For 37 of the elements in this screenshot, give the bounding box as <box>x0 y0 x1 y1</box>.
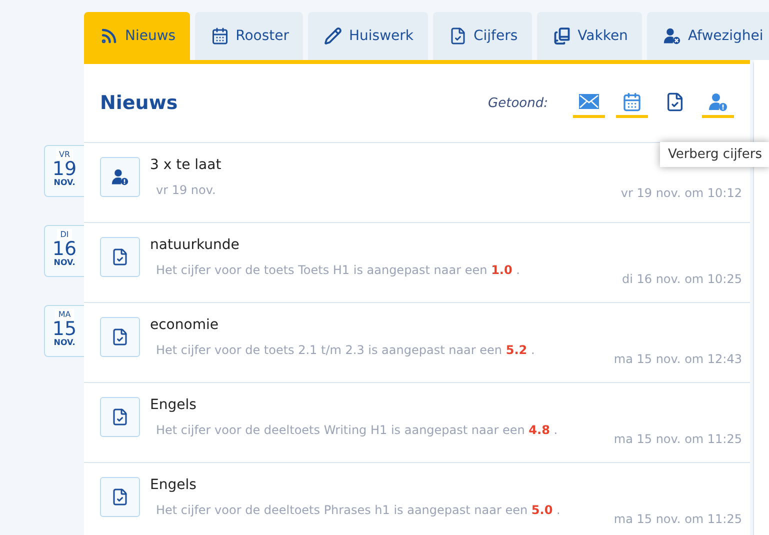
news-item[interactable]: Engels Het cijfer voor de deeltoets Writing H1 is aangepast naar een 4.8 . ma 15 nov. om 11:25 <box>84 383 750 463</box>
nav-tab[interactable]: Rooster <box>194 12 303 60</box>
item-title: Engels <box>150 397 198 413</box>
month-label: NOV. <box>54 178 76 187</box>
day-number: 15 <box>52 320 77 338</box>
item-time: vr 19 nov. om 10:12 <box>620 186 742 200</box>
day-number: 16 <box>52 240 77 258</box>
filter-label: Getoond: <box>488 96 548 110</box>
month-label: NOV. <box>54 338 76 347</box>
item-message: Het cijfer voor de deeltoets Phrases h1 is aangepast naar een 5.0 . <box>156 503 562 517</box>
item-title: economie <box>150 317 220 333</box>
tooltip: Verberg cijfers <box>660 142 769 167</box>
item-time: ma 15 nov. om 11:25 <box>614 432 742 446</box>
nav-tab[interactable]: Afwezighei <box>646 12 769 60</box>
item-message: Het cijfer voor de toets 2.1 t/m 2.3 is aangepast naar een 5.2 . <box>156 343 536 357</box>
nav-tab[interactable]: Cijfers <box>432 12 532 60</box>
item-time: ma 15 nov. om 11:25 <box>614 512 742 526</box>
weekday-label: DI <box>57 229 72 240</box>
nav-tab[interactable]: Nieuws <box>84 12 190 60</box>
item-time: ma 15 nov. om 12:43 <box>614 352 742 366</box>
month-label: NOV. <box>54 258 76 267</box>
item-message: Het cijfer voor de deeltoets Writing H1 is aangepast naar een 4.8 . <box>156 423 559 437</box>
news-item[interactable]: economie Het cijfer voor de toets 2.1 t/m 2.3 is aangepast naar een 5.2 . ma 15 nov. om 12:43 <box>84 303 750 383</box>
item-time: di 16 nov. om 10:25 <box>622 272 742 286</box>
nav-tab[interactable]: Vakken <box>536 12 642 60</box>
weekday-label: MA <box>55 309 74 320</box>
item-title: 3 x te laat <box>150 157 222 173</box>
item-title: natuurkunde <box>150 237 240 253</box>
item-message: Het cijfer voor de toets Toets H1 is aangepast naar een 1.0 . <box>156 263 521 277</box>
panel-title: Nieuws <box>100 92 179 114</box>
item-title: Engels <box>150 477 198 493</box>
day-number: 19 <box>52 160 77 178</box>
nav-tab[interactable]: Huiswerk <box>308 12 428 60</box>
item-message: vr 19 nov. <box>156 183 217 197</box>
news-item[interactable]: natuurkunde Het cijfer voor de toets Toets H1 is aangepast naar een 1.0 . di 16 nov. om 10:25 <box>84 223 750 303</box>
news-item[interactable]: Engels Het cijfer voor de deeltoets Phrases h1 is aangepast naar een 5.0 . ma 15 nov. om 11:25 <box>84 463 750 535</box>
weekday-label: VR <box>56 149 74 160</box>
